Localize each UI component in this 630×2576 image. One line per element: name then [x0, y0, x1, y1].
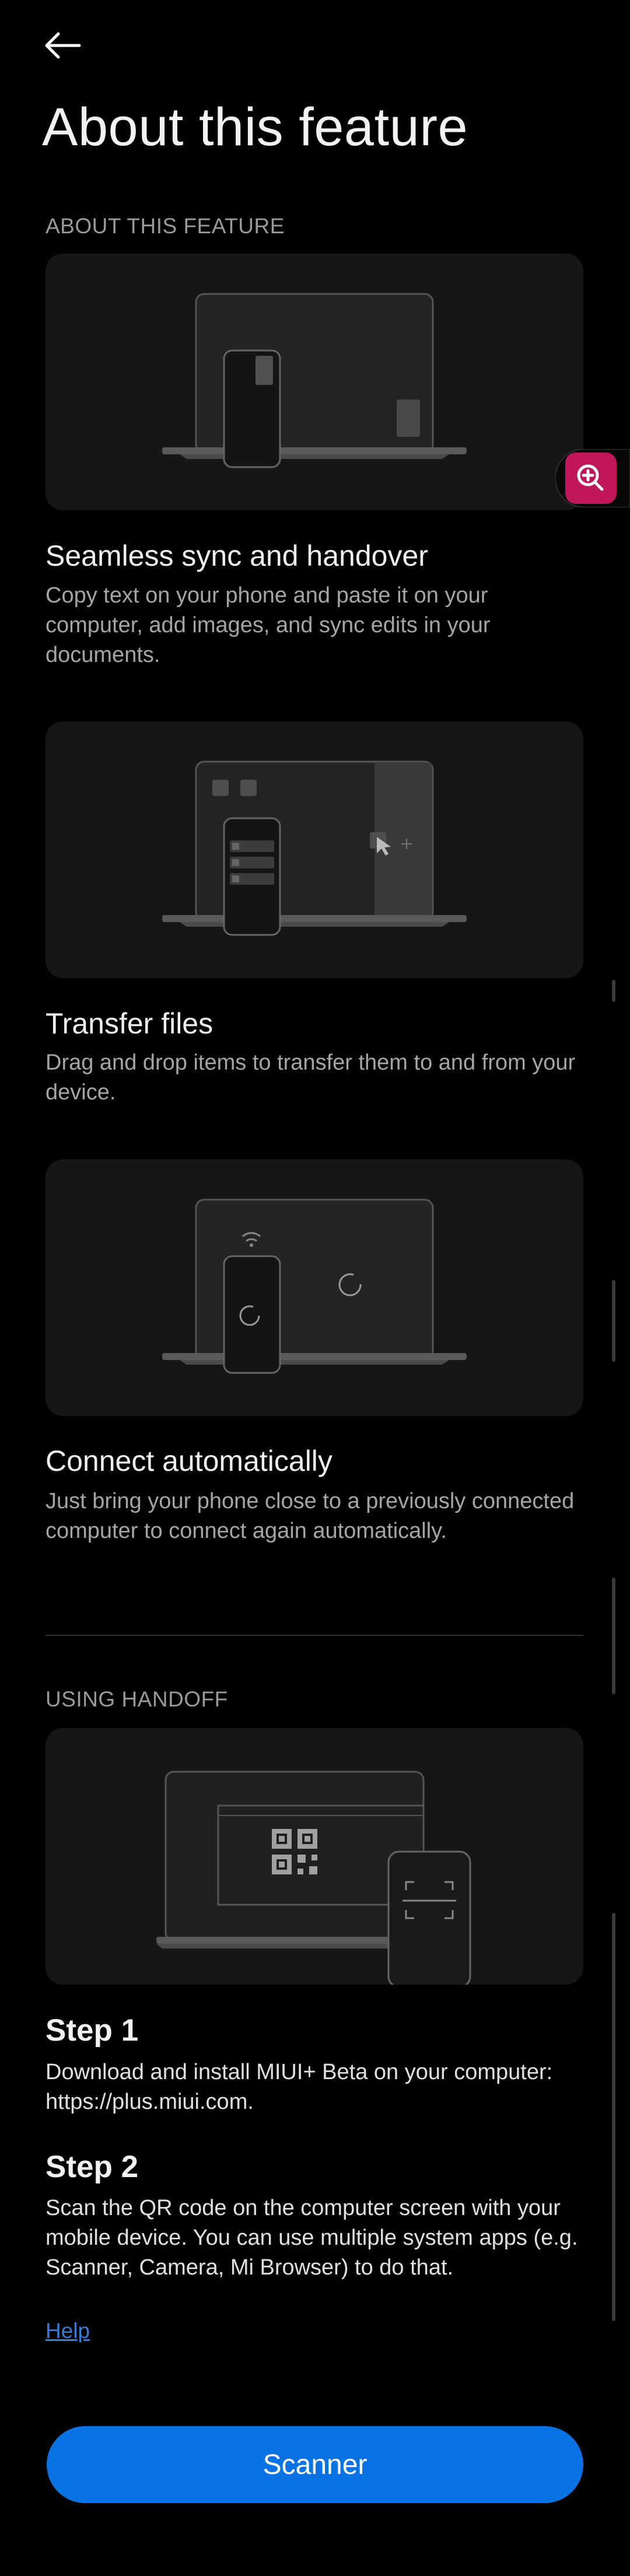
step-1-title: Step 1	[46, 2013, 139, 2048]
section-divider	[46, 1635, 583, 1636]
step-2-title: Step 2	[46, 2150, 139, 2184]
scroll-indicator	[612, 1578, 615, 1694]
feature-desc-connect: Just bring your phone close to a previou…	[46, 1489, 575, 1543]
zoom-floating-button[interactable]	[555, 448, 630, 508]
qr-scan-illustration	[46, 1728, 583, 1985]
feature-desc-sync: Copy text on your phone and paste it on …	[46, 583, 491, 667]
scanner-button[interactable]: Scanner	[47, 2426, 583, 2503]
help-link[interactable]: Help	[46, 2319, 90, 2343]
page-title: About this feature	[42, 97, 468, 157]
scroll-indicator	[612, 980, 615, 1002]
feature-title-transfer: Transfer files	[46, 1007, 214, 1040]
step-2-desc: Scan the QR code on the computer screen …	[46, 2196, 578, 2280]
scroll-indicator	[612, 1913, 615, 2321]
sync-illustration	[46, 254, 583, 510]
connect-illustration	[46, 1159, 583, 1416]
back-button[interactable]	[42, 30, 83, 61]
feature-title-sync: Seamless sync and handover	[46, 539, 428, 572]
back-arrow-icon	[45, 32, 81, 59]
feature-title-connect: Connect automatically	[46, 1445, 332, 1477]
section-header-about: ABOUT THIS FEATURE	[46, 214, 285, 238]
section-header-handoff: USING HANDOFF	[46, 1687, 228, 1711]
feature-desc-transfer: Drag and drop items to transfer them to …	[46, 1050, 576, 1105]
step-1-desc: Download and install MIUI+ Beta on your …	[46, 2060, 553, 2114]
transfer-illustration	[46, 721, 583, 978]
scroll-indicator	[612, 1280, 615, 1362]
